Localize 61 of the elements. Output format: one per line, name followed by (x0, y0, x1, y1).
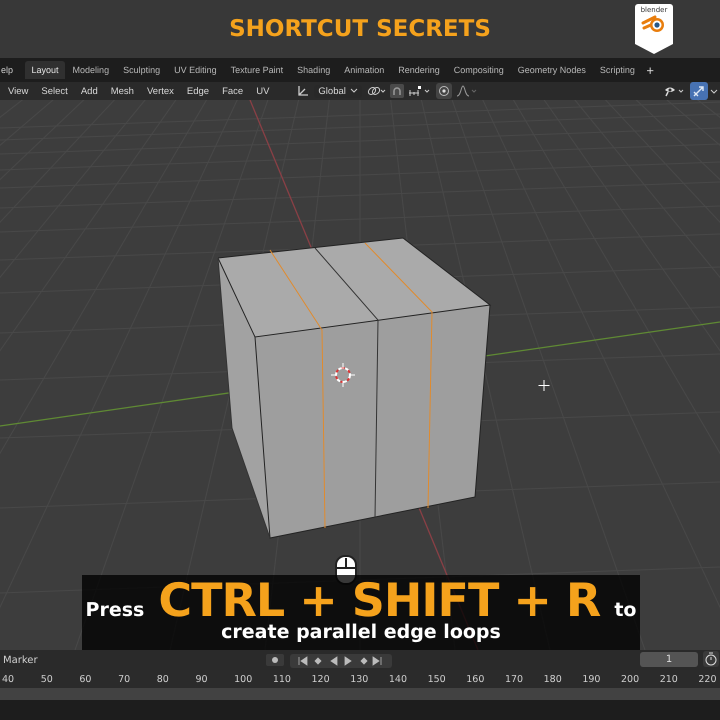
frame-number: 90 (195, 674, 209, 684)
frame-number: 120 (312, 674, 331, 684)
workspace-tab[interactable]: UV Editing (168, 61, 224, 79)
gizmo-icon[interactable] (690, 82, 708, 100)
workspace-tab[interactable]: Rendering (392, 61, 446, 79)
frame-number: 100 (234, 674, 254, 684)
frame-number: 180 (544, 674, 563, 684)
marker-menu[interactable]: Marker (3, 654, 38, 666)
stopwatch-icon[interactable] (703, 651, 719, 667)
3d-cursor-icon (330, 362, 356, 388)
frame-number: 160 (466, 674, 486, 684)
visibility-icon[interactable] (664, 85, 686, 97)
header-menu[interactable]: UV (256, 86, 270, 96)
banner-title: SHORTCUT SECRETS (229, 16, 491, 42)
workspace-tab[interactable]: Geometry Nodes (511, 61, 592, 79)
falloff-icon[interactable] (456, 85, 478, 97)
workspace-tab[interactable]: Shading (290, 61, 337, 79)
current-frame-field[interactable]: 1 (640, 652, 698, 667)
frame-number: 40 (2, 674, 16, 684)
logo-icon (641, 14, 667, 34)
frame-number: 130 (350, 674, 370, 684)
snap-icon[interactable] (390, 84, 404, 98)
frame-number: 60 (79, 674, 92, 684)
link-icon[interactable] (366, 85, 386, 97)
crosshair-icon (538, 380, 550, 392)
axes-icon[interactable] (296, 84, 310, 98)
frame-number: 70 (118, 674, 132, 684)
frame-number: 210 (660, 674, 679, 684)
add-workspace-button[interactable]: + (646, 62, 654, 78)
header-menu[interactable]: Select (41, 86, 68, 96)
caption-text: Press (86, 599, 144, 621)
snap-target-icon[interactable] (408, 85, 432, 97)
frame-number: 140 (388, 674, 408, 684)
caret-icon (350, 88, 358, 94)
caption-text: to (614, 599, 636, 621)
workspace-tab[interactable]: Sculpting (116, 61, 167, 79)
frame-number: 170 (504, 674, 524, 684)
workspace-tab[interactable]: Compositing (447, 61, 510, 79)
header-menu[interactable]: View (8, 86, 28, 96)
frame-number: 150 (428, 674, 447, 684)
header-menu[interactable]: Edge (186, 86, 210, 96)
proportional-editing-icon[interactable] (436, 83, 452, 99)
frame-number: 190 (582, 674, 602, 684)
workspace-tab[interactable]: Scripting (593, 61, 642, 79)
frame-number: 110 (272, 674, 292, 684)
workspace-tab[interactable]: Texture Paint (224, 61, 290, 79)
workspace-tab[interactable]: Modeling (66, 61, 116, 79)
header-menu[interactable]: Add (80, 86, 98, 96)
frame-number: 220 (698, 674, 718, 684)
record-button[interactable] (266, 654, 284, 666)
workspace-tab[interactable]: Animation (338, 61, 391, 79)
menu-item[interactable]: elp (1, 65, 14, 75)
frame-number: 80 (156, 674, 170, 684)
header-menu[interactable]: Vertex (146, 86, 174, 96)
frame-number: 50 (40, 674, 54, 684)
frame-number: 200 (621, 674, 640, 684)
header-menu[interactable]: Face (222, 86, 244, 96)
header-menu[interactable]: Mesh (110, 86, 134, 96)
caption-text: create parallel edge loops (221, 621, 501, 643)
workspace-tab[interactable]: Layout (25, 61, 66, 79)
playback-controls-icon[interactable] (290, 654, 392, 668)
